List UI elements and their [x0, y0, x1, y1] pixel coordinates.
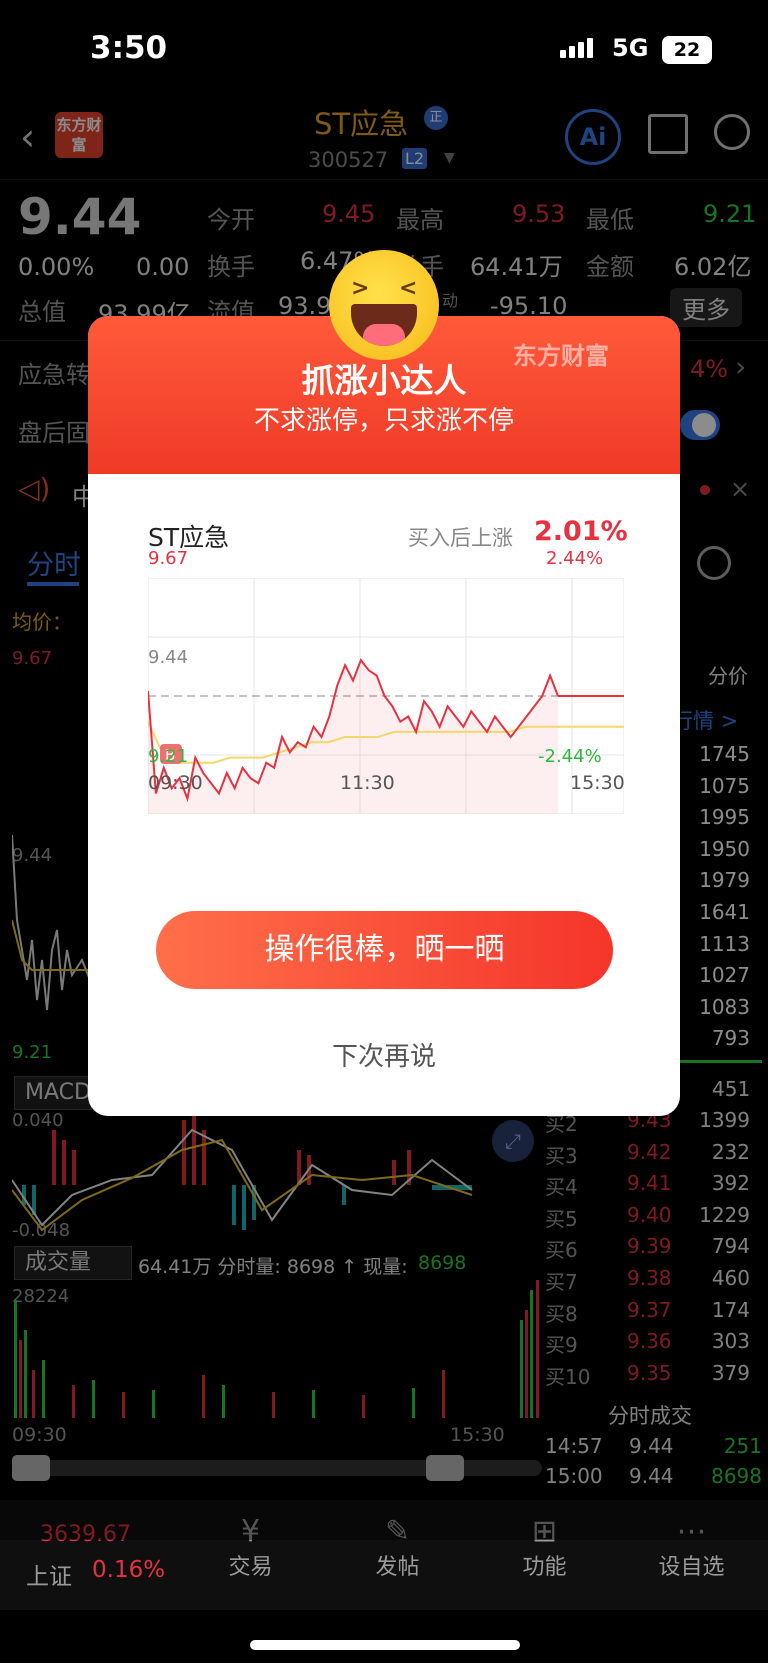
modal-title: 抓涨小达人 [301, 361, 467, 400]
dismiss-button[interactable]: 下次再说 [88, 1036, 680, 1073]
x-mid-label: 11:30 [340, 772, 395, 794]
index-pct: 0.16% [92, 1557, 166, 1583]
tab-label: 设自选 [658, 1555, 725, 1580]
pct-bottom-label: -2.44% [538, 746, 602, 767]
pct-top-label: 2.44% [546, 548, 604, 569]
tab-label: 交易 [228, 1555, 273, 1580]
y-mid-label: 9.44 [148, 647, 189, 668]
index-name[interactable]: 上证 [26, 1557, 72, 1591]
gain-label: 买入后上涨 [408, 526, 513, 550]
laughing-emoji-icon: > < [329, 250, 439, 360]
home-indicator [250, 1640, 520, 1650]
battery-icon: 22 [662, 36, 712, 64]
modal-subtitle: 不求涨停，只求涨不停 [253, 406, 514, 436]
x-start-label: 09:30 [148, 772, 203, 794]
gain-value: 2.01% [534, 516, 628, 547]
y-bottom-label: 9.21 [148, 746, 189, 767]
signal-icon [560, 38, 596, 58]
x-end-label: 15:30 [570, 772, 625, 794]
status-bar: 3:50 5G 22 [0, 0, 768, 100]
y-top-label: 9.67 [148, 548, 189, 569]
network-type: 5G [612, 34, 649, 62]
tab-label: 发帖 [375, 1555, 420, 1580]
achievement-modal: 东方财富 抓涨小达人 不求涨停，只求涨不停 ST应急 买入后上涨 2.01% B… [88, 316, 680, 1116]
tab-label: 功能 [522, 1555, 567, 1580]
share-button[interactable]: 操作很棒，晒一晒 [156, 911, 613, 989]
clock: 3:50 [90, 30, 168, 66]
